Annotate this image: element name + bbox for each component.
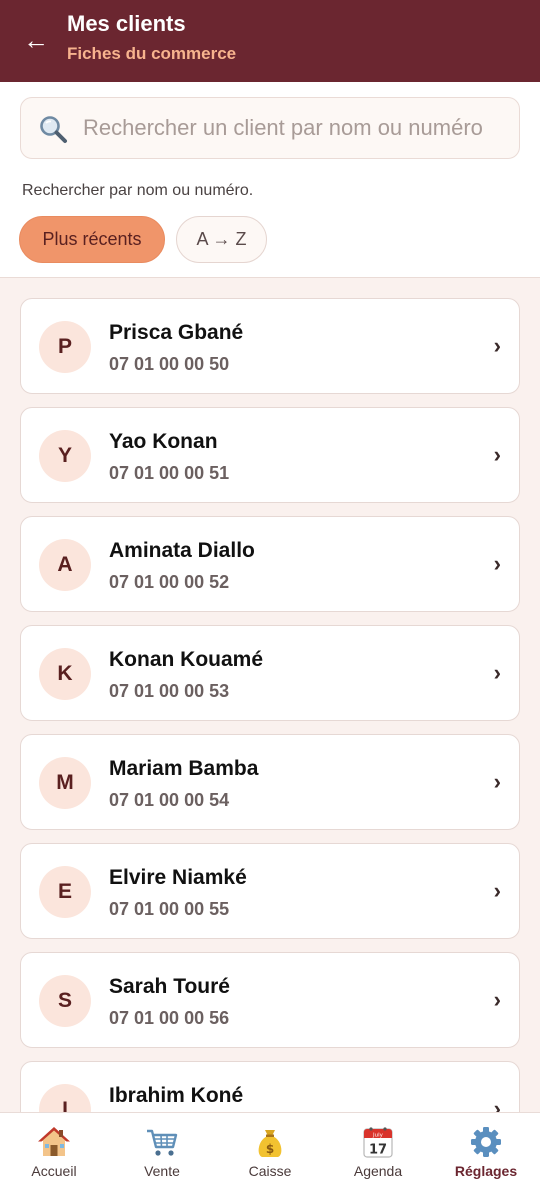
client-list: P Prisca Gbané 07 01 00 00 50 › Y Yao Ko…: [0, 278, 540, 1112]
client-phone: 07 01 00 00 54: [109, 790, 230, 810]
avatar: E: [39, 866, 91, 918]
nav-item-caisse[interactable]: $ Caisse: [216, 1113, 324, 1194]
chevron-right-icon: ›: [493, 987, 501, 1012]
bottom-nav: Accueil Vente $ Caisse July 17 Agenda Ré…: [0, 1112, 540, 1194]
client-card[interactable]: S Sarah Touré 07 01 00 00 56 ›: [20, 952, 520, 1048]
client-name: Elvire Niamké: [109, 866, 247, 889]
calendar-month: July: [372, 1132, 384, 1138]
chevron-right-icon: ›: [493, 769, 501, 794]
nav-label: Réglages: [454, 1163, 518, 1179]
search-hint: Rechercher par nom ou numéro.: [22, 182, 254, 199]
client-phone: 07 01 00 00 52: [109, 572, 230, 592]
gear-icon: [471, 1127, 501, 1157]
client-card[interactable]: P Prisca Gbané 07 01 00 00 50 ›: [20, 298, 520, 394]
client-phone: 07 01 00 00 55: [109, 899, 230, 919]
client-phone: 07 01 00 00 50: [109, 354, 230, 374]
avatar: Y: [39, 430, 91, 482]
chevron-right-icon: ›: [493, 660, 501, 685]
client-card[interactable]: I Ibrahim Koné ›: [20, 1061, 520, 1112]
chevron-right-icon: ›: [493, 878, 501, 903]
nav-item-reglages[interactable]: Réglages: [432, 1113, 540, 1194]
nav-label: Agenda: [353, 1163, 403, 1179]
calendar-icon: July 17: [363, 1127, 393, 1158]
client-card[interactable]: A Aminata Diallo 07 01 00 00 52 ›: [20, 516, 520, 612]
client-phone: 07 01 00 00 51: [109, 463, 230, 483]
chevron-right-icon: ›: [493, 551, 501, 576]
client-card[interactable]: M Mariam Bamba 07 01 00 00 54 ›: [20, 734, 520, 830]
client-card[interactable]: Y Yao Konan 07 01 00 00 51 ›: [20, 407, 520, 503]
money-bag-icon: $: [258, 1130, 282, 1157]
client-name: Prisca Gbané: [109, 321, 244, 344]
search-input[interactable]: [83, 98, 513, 158]
client-phone: 07 01 00 00 53: [109, 681, 230, 701]
client-name: Konan Kouamé: [109, 648, 264, 671]
back-arrow-icon[interactable]: ←: [22, 26, 50, 54]
avatar: K: [39, 648, 91, 700]
nav-label: Accueil: [31, 1163, 77, 1179]
nav-label: Caisse: [248, 1163, 292, 1179]
sort-az-chip[interactable]: A → Z: [176, 216, 267, 263]
cart-icon: [147, 1129, 178, 1156]
nav-item-accueil[interactable]: Accueil: [0, 1113, 108, 1194]
client-name: Aminata Diallo: [109, 539, 255, 562]
client-card[interactable]: E Elvire Niamké 07 01 00 00 55 ›: [20, 843, 520, 939]
svg-text:$: $: [266, 1142, 274, 1156]
avatar: S: [39, 975, 91, 1027]
client-name: Sarah Touré: [109, 975, 230, 998]
calendar-day: 17: [369, 1143, 387, 1158]
avatar: A: [39, 539, 91, 591]
page-subtitle: Fiches du commerce: [67, 44, 237, 63]
client-card[interactable]: K Konan Kouamé 07 01 00 00 53 ›: [20, 625, 520, 721]
app-header: ← Mes clients Fiches du commerce: [0, 0, 540, 82]
nav-item-vente[interactable]: Vente: [108, 1113, 216, 1194]
client-name: Ibrahim Koné: [109, 1084, 244, 1107]
chevron-right-icon: ›: [493, 1096, 501, 1113]
search-box[interactable]: [20, 97, 520, 159]
sort-recent-chip[interactable]: Plus récents: [19, 216, 165, 263]
nav-item-agenda[interactable]: July 17 Agenda: [324, 1113, 432, 1194]
chevron-right-icon: ›: [493, 333, 501, 358]
chevron-right-icon: ›: [493, 442, 501, 467]
search-icon: [40, 116, 67, 143]
client-name: Mariam Bamba: [109, 757, 259, 780]
filter-panel: Rechercher par nom ou numéro. Plus récen…: [0, 82, 540, 278]
client-name: Yao Konan: [109, 430, 218, 453]
client-phone: 07 01 00 00 56: [109, 1008, 230, 1028]
avatar: P: [39, 321, 91, 373]
avatar: I: [39, 1084, 91, 1112]
page-title: Mes clients: [67, 11, 186, 36]
nav-label: Vente: [144, 1163, 180, 1179]
avatar: M: [39, 757, 91, 809]
house-icon: [38, 1127, 70, 1156]
